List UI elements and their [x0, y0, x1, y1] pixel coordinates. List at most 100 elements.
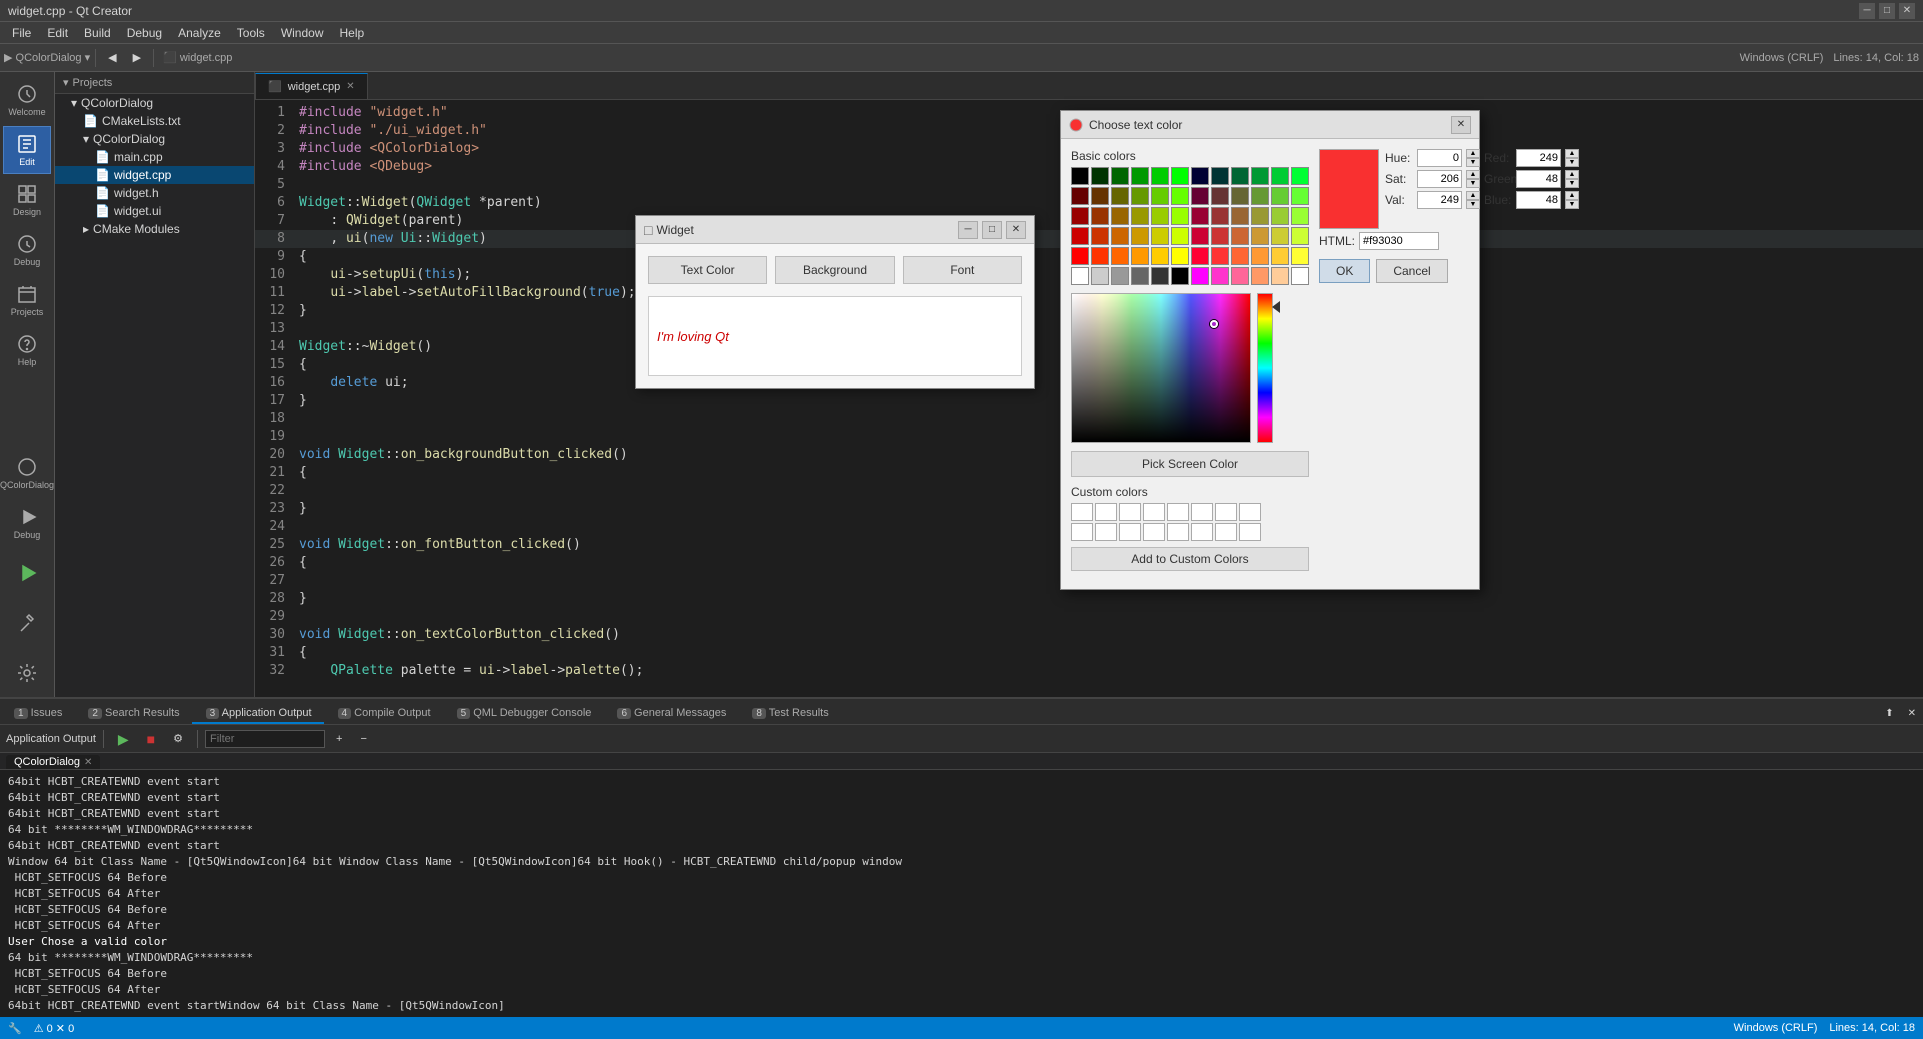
- tree-folder-cmake[interactable]: ▸ CMake Modules: [55, 220, 254, 238]
- custom-swatch-7[interactable]: [1215, 503, 1237, 521]
- basic-swatch-67[interactable]: [1191, 267, 1209, 285]
- basic-swatch-1[interactable]: [1071, 167, 1089, 185]
- basic-swatch-56[interactable]: [1211, 247, 1229, 265]
- forward-btn[interactable]: ▶: [126, 47, 148, 69]
- basic-swatch-66[interactable]: [1171, 267, 1189, 285]
- background-button[interactable]: Background: [775, 256, 894, 284]
- basic-swatch-9[interactable]: [1231, 167, 1249, 185]
- basic-swatch-45[interactable]: [1231, 227, 1249, 245]
- output-filter-input[interactable]: [205, 730, 325, 748]
- basic-swatch-14[interactable]: [1091, 187, 1109, 205]
- basic-swatch-30[interactable]: [1171, 207, 1189, 225]
- hue-slider[interactable]: [1257, 293, 1273, 443]
- output-content[interactable]: 64bit HCBT_CREATEWND event start 64bit H…: [0, 770, 1923, 1017]
- basic-swatch-8[interactable]: [1211, 167, 1229, 185]
- basic-swatch-54[interactable]: [1171, 247, 1189, 265]
- basic-swatch-69[interactable]: [1231, 267, 1249, 285]
- basic-swatch-18[interactable]: [1171, 187, 1189, 205]
- menu-window[interactable]: Window: [273, 24, 332, 42]
- sidebar-item-build[interactable]: [3, 599, 51, 647]
- sidebar-item-welcome[interactable]: Welcome: [3, 76, 51, 124]
- basic-swatch-61[interactable]: [1071, 267, 1089, 285]
- sat-down[interactable]: ▼: [1466, 179, 1480, 188]
- basic-swatch-13[interactable]: [1071, 187, 1089, 205]
- basic-swatch-71[interactable]: [1271, 267, 1289, 285]
- tree-item-main[interactable]: 📄 main.cpp: [55, 148, 254, 166]
- hue-input[interactable]: [1417, 149, 1462, 167]
- basic-swatch-36[interactable]: [1291, 207, 1309, 225]
- tree-item-cmakelists[interactable]: 📄 CMakeLists.txt: [55, 112, 254, 130]
- custom-swatch-16[interactable]: [1239, 523, 1261, 541]
- bottom-tab-issues[interactable]: 1 Issues: [0, 704, 74, 724]
- basic-swatch-40[interactable]: [1131, 227, 1149, 245]
- basic-swatch-16[interactable]: [1131, 187, 1149, 205]
- close-btn[interactable]: ✕: [1899, 3, 1915, 19]
- ok-button[interactable]: OK: [1319, 259, 1370, 283]
- bottom-tab-testresults[interactable]: 8 Test Results: [738, 704, 840, 724]
- cancel-button[interactable]: Cancel: [1376, 259, 1447, 283]
- basic-swatch-46[interactable]: [1251, 227, 1269, 245]
- custom-swatch-5[interactable]: [1167, 503, 1189, 521]
- add-custom-btn[interactable]: Add to Custom Colors: [1071, 547, 1309, 571]
- bottom-tab-appoutput[interactable]: 3 Application Output: [192, 704, 324, 724]
- basic-swatch-22[interactable]: [1251, 187, 1269, 205]
- basic-swatch-11[interactable]: [1271, 167, 1289, 185]
- tree-root-qcolordialog[interactable]: ▾ QColorDialog: [55, 94, 254, 112]
- basic-swatch-28[interactable]: [1131, 207, 1149, 225]
- custom-swatch-14[interactable]: [1191, 523, 1213, 541]
- basic-swatch-72[interactable]: [1291, 267, 1309, 285]
- basic-swatch-19[interactable]: [1191, 187, 1209, 205]
- basic-swatch-65[interactable]: [1151, 267, 1169, 285]
- basic-swatch-62[interactable]: [1091, 267, 1109, 285]
- output-minus-btn[interactable]: −: [353, 728, 373, 750]
- basic-swatch-26[interactable]: [1091, 207, 1109, 225]
- custom-swatch-13[interactable]: [1167, 523, 1189, 541]
- basic-swatch-20[interactable]: [1211, 187, 1229, 205]
- val-input[interactable]: [1417, 191, 1462, 209]
- hue-down[interactable]: ▼: [1466, 158, 1480, 167]
- basic-swatch-48[interactable]: [1291, 227, 1309, 245]
- custom-swatch-10[interactable]: [1095, 523, 1117, 541]
- basic-swatch-5[interactable]: [1151, 167, 1169, 185]
- tree-item-widgeth[interactable]: 📄 widget.h: [55, 184, 254, 202]
- font-button[interactable]: Font: [903, 256, 1022, 284]
- basic-swatch-34[interactable]: [1251, 207, 1269, 225]
- custom-swatch-1[interactable]: [1071, 503, 1093, 521]
- pick-screen-btn[interactable]: Pick Screen Color: [1071, 451, 1309, 477]
- text-color-button[interactable]: Text Color: [648, 256, 767, 284]
- menu-build[interactable]: Build: [76, 24, 119, 42]
- basic-swatch-12[interactable]: [1291, 167, 1309, 185]
- basic-swatch-37[interactable]: [1071, 227, 1089, 245]
- red-down[interactable]: ▼: [1565, 158, 1579, 167]
- custom-swatch-6[interactable]: [1191, 503, 1213, 521]
- custom-swatch-2[interactable]: [1095, 503, 1117, 521]
- custom-swatch-12[interactable]: [1143, 523, 1165, 541]
- bottom-tab-search[interactable]: 2 Search Results: [74, 704, 191, 724]
- tab-widgetcpp[interactable]: ⬛ widget.cpp ✕: [255, 73, 368, 99]
- basic-swatch-57[interactable]: [1231, 247, 1249, 265]
- custom-swatch-9[interactable]: [1071, 523, 1093, 541]
- bottom-tab-qml[interactable]: 5 QML Debugger Console: [443, 704, 604, 724]
- sat-up[interactable]: ▲: [1466, 170, 1480, 179]
- menu-debug[interactable]: Debug: [119, 24, 170, 42]
- sidebar-item-debug[interactable]: Debug: [3, 226, 51, 274]
- basic-swatch-39[interactable]: [1111, 227, 1129, 245]
- tree-item-widgetui[interactable]: 📄 widget.ui: [55, 202, 254, 220]
- red-input[interactable]: [1516, 149, 1561, 167]
- output-stop-btn[interactable]: ■: [140, 728, 162, 750]
- html-input[interactable]: [1359, 232, 1439, 250]
- green-down[interactable]: ▼: [1565, 179, 1579, 188]
- blue-down[interactable]: ▼: [1565, 200, 1579, 209]
- basic-swatch-7[interactable]: [1191, 167, 1209, 185]
- basic-swatch-59[interactable]: [1271, 247, 1289, 265]
- tab-close-widgetcpp[interactable]: ✕: [346, 81, 354, 92]
- color-dialog-close-btn[interactable]: ✕: [1451, 116, 1471, 134]
- sat-input[interactable]: [1417, 170, 1462, 188]
- basic-swatch-60[interactable]: [1291, 247, 1309, 265]
- widget-close-btn[interactable]: ✕: [1006, 221, 1026, 239]
- panel-expand-btn[interactable]: ⬆: [1878, 702, 1900, 724]
- basic-swatch-33[interactable]: [1231, 207, 1249, 225]
- basic-swatch-15[interactable]: [1111, 187, 1129, 205]
- red-up[interactable]: ▲: [1565, 149, 1579, 158]
- basic-swatch-51[interactable]: [1111, 247, 1129, 265]
